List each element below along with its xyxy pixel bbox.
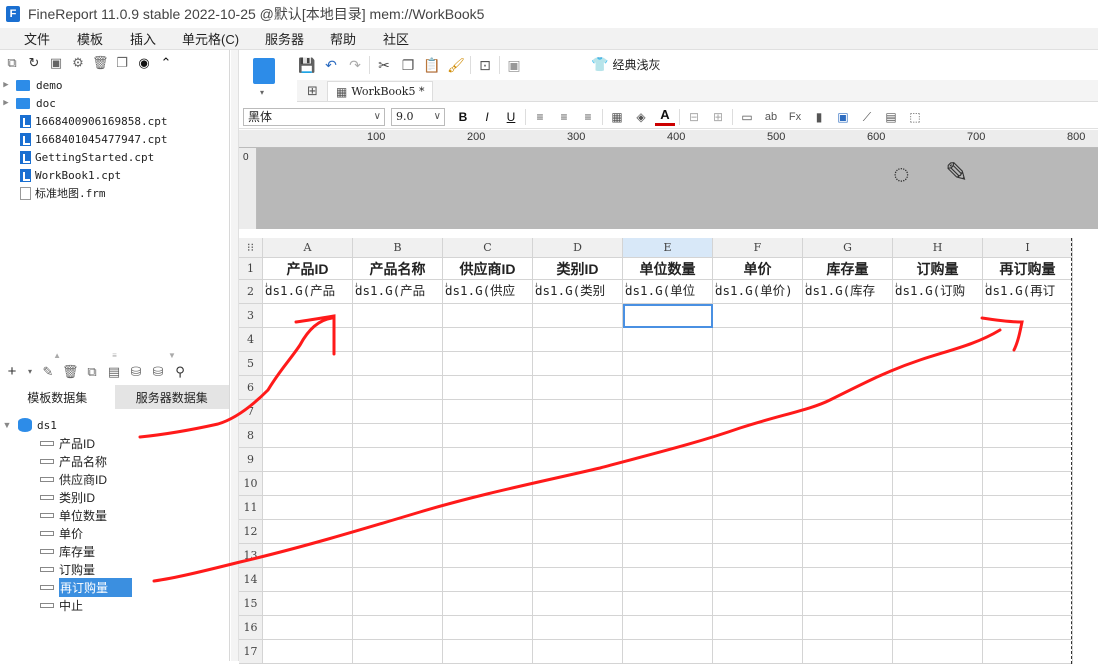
annotation-arrow-2-head (980, 316, 1024, 352)
annotation-overlay (138, 314, 1024, 583)
annotation-arrow-1-head (294, 314, 336, 356)
annotation-arrow-1 (138, 316, 334, 439)
annotation-arrow-2 (152, 328, 1002, 583)
